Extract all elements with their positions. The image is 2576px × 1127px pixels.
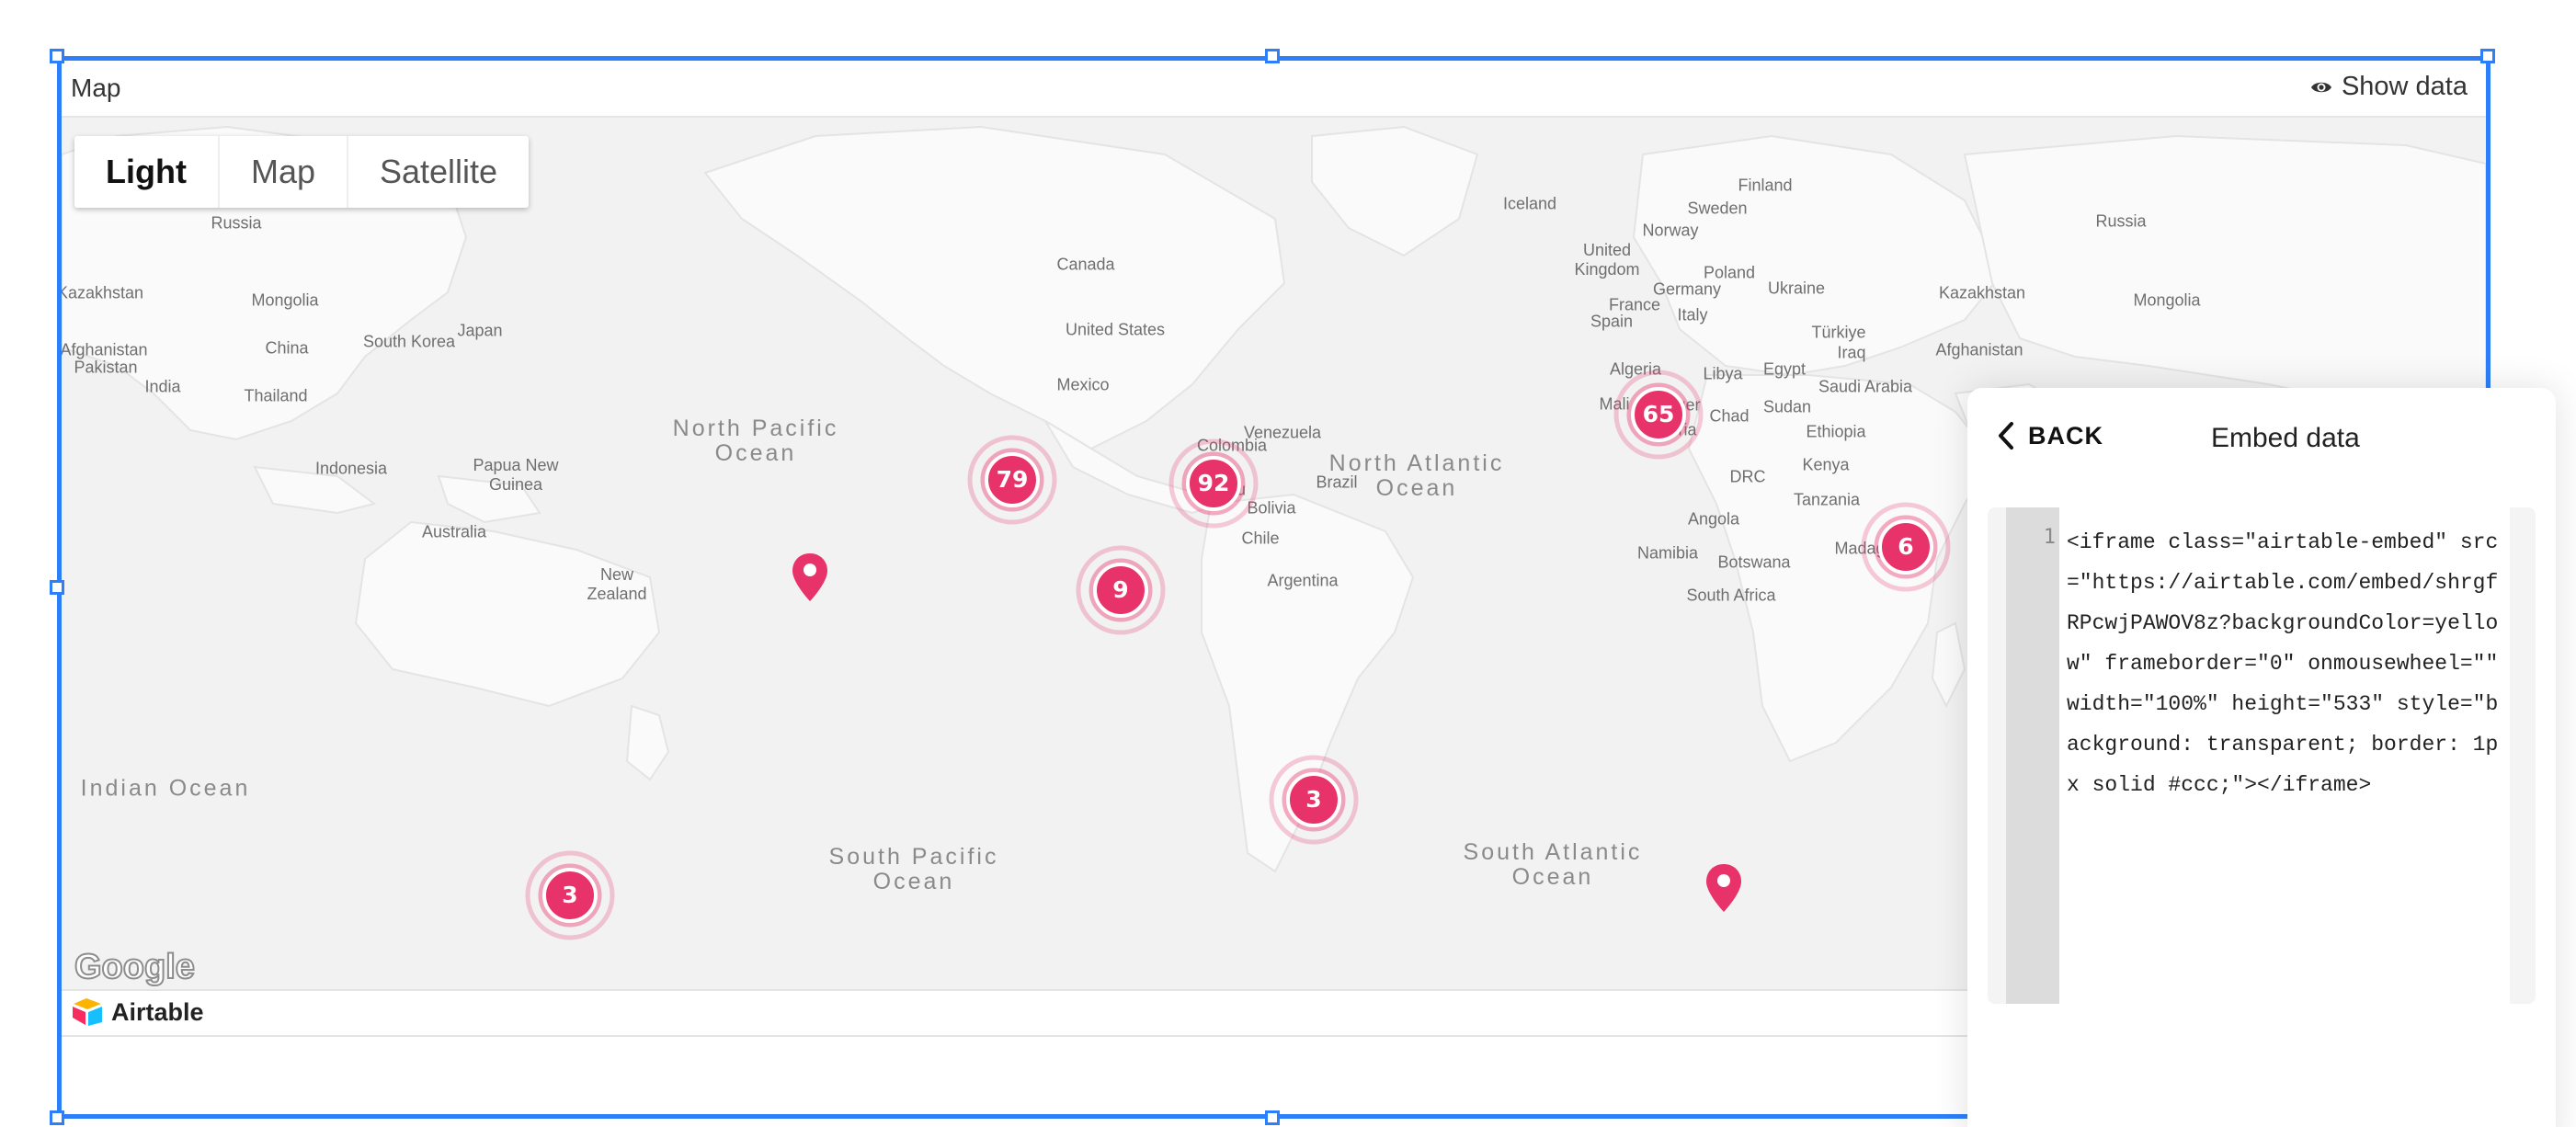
back-label: BACK — [2028, 421, 2103, 450]
back-button[interactable]: BACK — [1997, 421, 2103, 450]
cluster-count: 9 — [1112, 576, 1129, 603]
map-type-control: Light Map Satellite — [74, 136, 530, 208]
resize-handle[interactable] — [1265, 1110, 1280, 1125]
stage: Map Show data Light Map Satellite Russia… — [0, 0, 2576, 1127]
cluster-marker[interactable]: 92 — [1163, 433, 1264, 534]
cluster-marker[interactable]: 79 — [962, 429, 1063, 530]
cluster-marker[interactable]: 6 — [1855, 496, 1956, 598]
line-gutter: 1 — [2006, 507, 2059, 1004]
chevron-left-icon — [1999, 422, 2013, 450]
cluster-marker[interactable]: 65 — [1608, 364, 1709, 465]
panel-title: Embed data — [2211, 423, 2360, 453]
map-type-light-button[interactable]: Light — [74, 136, 220, 208]
cluster-count: 6 — [1898, 533, 1914, 560]
line-number: 1 — [2043, 526, 2056, 549]
cluster-count: 3 — [1305, 786, 1322, 813]
cluster-count: 65 — [1642, 401, 1675, 427]
cluster-marker[interactable]: 3 — [519, 845, 621, 946]
embed-code-editor[interactable]: 1 <iframe class="airtable-embed" src="ht… — [1988, 507, 2536, 1004]
cluster-count: 79 — [996, 466, 1029, 493]
map-pin-icon[interactable] — [1704, 862, 1744, 914]
cluster-count: 3 — [562, 882, 578, 908]
resize-handle[interactable] — [2480, 49, 2495, 63]
resize-handle[interactable] — [1265, 49, 1280, 63]
embed-code[interactable]: <iframe class="airtable-embed" src="http… — [2067, 522, 2508, 805]
resize-handle[interactable] — [50, 49, 64, 63]
cluster-count: 92 — [1197, 470, 1230, 496]
map-type-map-button[interactable]: Map — [220, 136, 348, 208]
code-area[interactable]: <iframe class="airtable-embed" src="http… — [2059, 507, 2510, 1004]
embed-data-panel: BACK Embed data 1 <iframe class="airtabl… — [1967, 388, 2556, 1127]
cluster-marker[interactable]: 9 — [1070, 540, 1171, 641]
cluster-marker[interactable]: 3 — [1263, 749, 1364, 850]
google-attribution: Google — [74, 947, 196, 987]
map-pin-icon[interactable] — [790, 552, 830, 603]
map-type-satellite-button[interactable]: Satellite — [348, 136, 529, 208]
resize-handle[interactable] — [50, 580, 64, 595]
resize-handle[interactable] — [50, 1110, 64, 1125]
